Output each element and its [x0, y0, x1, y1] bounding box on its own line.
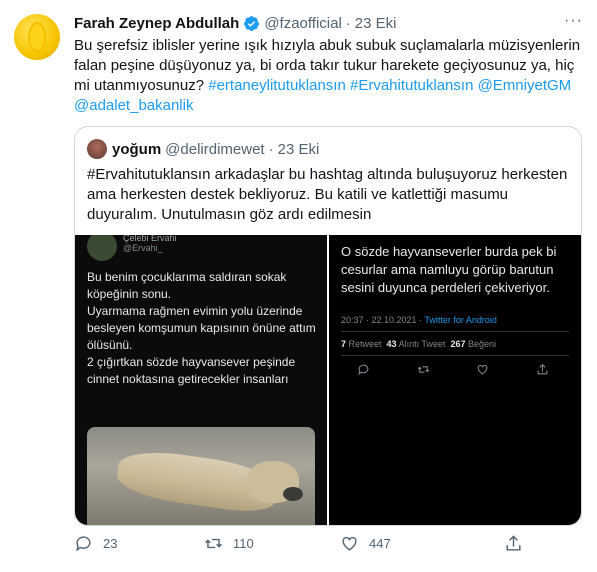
author-handle[interactable]: @fzaofficial: [264, 15, 341, 32]
quoted-author-name: yoğum: [112, 140, 162, 158]
avatar[interactable]: [14, 14, 60, 60]
like-count: 267: [450, 339, 466, 349]
like-label: Beğeni: [465, 339, 496, 349]
quote-label: Alıntı Tweet: [396, 339, 451, 349]
separator-dot: ·: [268, 140, 274, 158]
screenshot-timestamp: 20:37 · 22.10.2021 ·: [341, 315, 425, 325]
like-icon: [342, 536, 357, 551]
screenshot-text: O sözde hayvanseverler burda pek bi cesu…: [341, 244, 557, 295]
retweet-count: 110: [233, 536, 254, 551]
verified-badge-icon: [244, 15, 260, 31]
screenshot-author-handle: @Ervahi_: [123, 243, 163, 253]
dog-photo: [87, 427, 315, 525]
divider: [341, 355, 569, 356]
share-icon: [506, 535, 521, 551]
reply-count: 23: [103, 536, 118, 551]
like-button[interactable]: 447: [340, 534, 391, 553]
separator-dot: ·: [345, 14, 351, 32]
quoted-author-handle: @delirdimewet: [165, 140, 265, 158]
tweet-actions: 23 110 447: [74, 534, 544, 558]
reply-button[interactable]: 23: [74, 534, 117, 553]
more-options-icon[interactable]: ···: [564, 12, 583, 30]
divider: [341, 331, 569, 332]
tweet[interactable]: Farah Zeynep Abdullah @fzaofficial · 23 …: [0, 0, 597, 572]
quoted-avatar: [87, 139, 107, 159]
mention-link[interactable]: @EmniyetGM: [478, 77, 572, 94]
reply-icon: [358, 364, 369, 376]
reply-icon: [76, 536, 91, 552]
share-icon: [537, 363, 548, 375]
like-icon: [477, 364, 488, 375]
mention-link[interactable]: @adalet_bakanlik: [74, 97, 193, 114]
screenshot-stats: 7 Retweet 43 Alıntı Tweet 267 Beğeni: [341, 339, 496, 349]
quoted-tweet-text: #Ervahitutuklansın arkadaşlar bu hashtag…: [87, 166, 568, 223]
media-image-right[interactable]: O sözde hayvanseverler burda pek bi cesu…: [329, 235, 581, 525]
retweet-label: Retweet: [346, 339, 387, 349]
screenshot-meta: 20:37 · 22.10.2021 · Twitter for Android: [341, 315, 497, 325]
hashtag-link[interactable]: #Ervahitutuklansın: [350, 77, 473, 94]
screenshot-actions: [357, 363, 569, 379]
screenshot-avatar: [87, 235, 117, 261]
screenshot-text: Bu benim çocuklarıma saldıran sokak köpe…: [87, 270, 316, 386]
share-button[interactable]: [504, 534, 533, 553]
tweet-header: Farah Zeynep Abdullah @fzaofficial · 23 …: [74, 12, 583, 34]
media-image-left[interactable]: Çelebi Ervahi @Ervahi_ Bu benim çocuklar…: [75, 235, 327, 525]
quoted-tweet-header: yoğum @delirdimewet · 23 Eki: [87, 139, 319, 159]
quote-count: 43: [386, 339, 397, 349]
quoted-tweet[interactable]: yoğum @delirdimewet · 23 Eki #Ervahitutu…: [74, 126, 582, 526]
retweet-icon: [205, 538, 222, 549]
hashtag-link[interactable]: #ertaneylitutuklansın: [208, 77, 346, 94]
retweet-icon: [417, 366, 429, 373]
like-count: 447: [369, 536, 391, 551]
screenshot-source: Twitter for Android: [424, 315, 497, 325]
retweet-button[interactable]: 110: [204, 534, 254, 553]
quoted-date: 23 Eki: [277, 140, 320, 158]
author-name[interactable]: Farah Zeynep Abdullah: [74, 15, 239, 32]
tweet-date[interactable]: 23 Eki: [355, 15, 397, 32]
dog-snout: [283, 487, 303, 501]
quoted-media: Çelebi Ervahi @Ervahi_ Bu benim çocuklar…: [75, 235, 581, 525]
screenshot-author-name: Çelebi Ervahi: [123, 235, 177, 243]
tweet-text: Bu şerefsiz iblisler yerine ışık hızıyla…: [74, 36, 582, 116]
